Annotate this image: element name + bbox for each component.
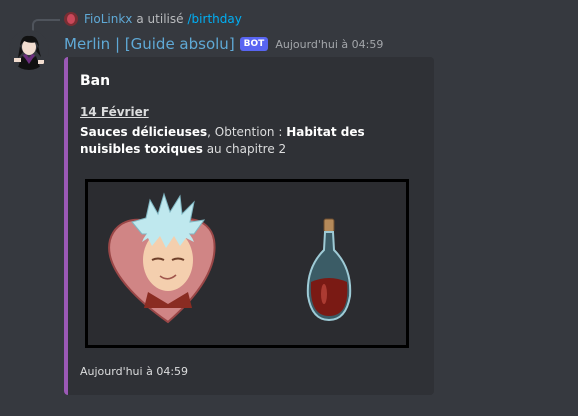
- embed-description: Sauces délicieuses, Obtention : Habitat …: [80, 124, 420, 158]
- obtain-label: , Obtention :: [207, 125, 287, 139]
- embed-image[interactable]: [85, 179, 409, 348]
- item-name: Sauces délicieuses: [80, 125, 208, 139]
- embed-title: Ban: [80, 73, 111, 89]
- reply-action-text: a utilisé: [136, 12, 184, 26]
- embed-footer-timestamp: Aujourd'hui à 04:59: [80, 365, 189, 378]
- potion-bottle-icon: [306, 218, 352, 322]
- reply-command[interactable]: /birthday: [188, 12, 242, 26]
- message-header: Merlin | [Guide absolu] BOT Aujourd'hui …: [64, 34, 383, 54]
- reply-username[interactable]: FioLinkx: [84, 12, 132, 26]
- birthday-embed: Ban 14 Février Sauces délicieuses, Obten…: [64, 57, 434, 395]
- bot-badge: BOT: [239, 37, 269, 51]
- reply-avatar[interactable]: [64, 12, 78, 26]
- reply-connector-line: [32, 19, 60, 31]
- author-username[interactable]: Merlin | [Guide absolu]: [64, 35, 235, 53]
- embed-accent-bar: [64, 57, 68, 395]
- character-and-item-artwork: [108, 192, 352, 324]
- bot-avatar[interactable]: [9, 30, 49, 70]
- reply-context[interactable]: FioLinkx a utilisé /birthday: [64, 11, 242, 27]
- message-timestamp[interactable]: Aujourd'hui à 04:59: [275, 38, 383, 51]
- chapter-text: au chapitre 2: [202, 142, 287, 156]
- merlin-avatar-icon: [9, 30, 49, 70]
- embed-birthday-date: 14 Février: [80, 105, 149, 119]
